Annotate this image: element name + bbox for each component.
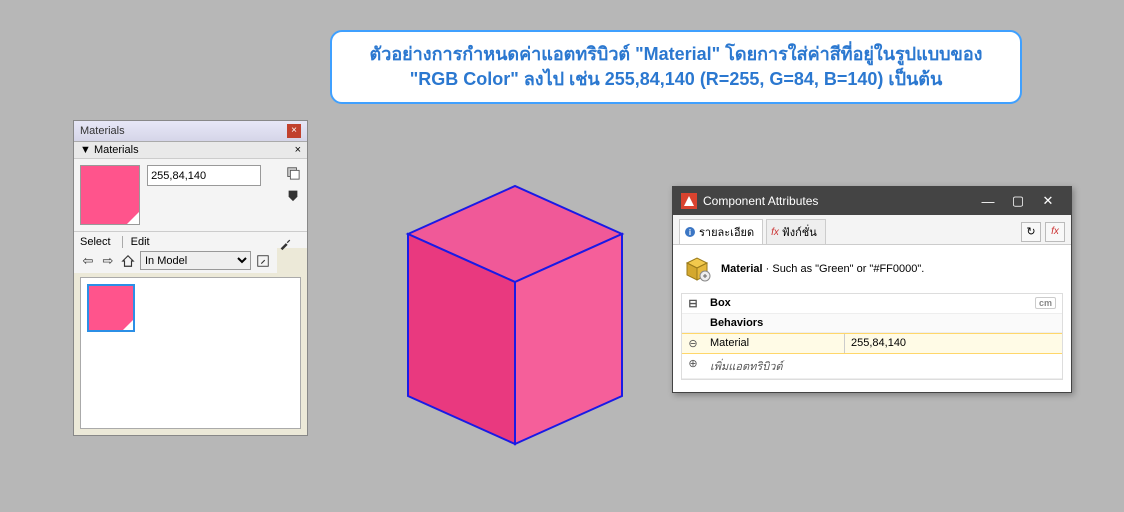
home-icon[interactable] (120, 253, 136, 269)
back-icon[interactable]: ⇦ (80, 253, 96, 269)
table-row[interactable]: ⊕ เพิ่มแอตทริบิวต์ (682, 354, 1062, 379)
material-thumbnail[interactable] (87, 284, 135, 332)
component-titlebar[interactable]: Component Attributes — ▢ ✕ (673, 187, 1071, 215)
attribute-name-cell: Material (704, 334, 844, 353)
attribute-menu-icon[interactable]: ⊖ (682, 334, 704, 353)
close-icon[interactable]: ✕ (1033, 193, 1063, 209)
tab-info[interactable]: i รายละเอียด (679, 219, 763, 244)
explanation-callout: ตัวอย่างการกำหนดค่าแอตทริบิวต์ "Material… (330, 30, 1022, 104)
component-icon (681, 253, 713, 285)
materials-panel: Materials × ▼ Materials × Select Edit ⇦ … (73, 120, 308, 436)
materials-title-label: Materials (80, 125, 125, 137)
close-icon[interactable]: × (287, 124, 301, 138)
attribute-value-cell[interactable]: 255,84,140 (844, 334, 1062, 353)
materials-tabs: Select Edit (74, 231, 307, 248)
toggle-formula-icon[interactable]: fx (1045, 222, 1065, 242)
default-paint-icon[interactable] (285, 187, 301, 203)
library-select[interactable]: In Model (140, 251, 251, 270)
eyedropper-icon[interactable] (277, 236, 293, 252)
unit-badge[interactable]: cm (1035, 297, 1056, 309)
material-thumbnails (80, 277, 301, 429)
callout-line2: "RGB Color" ลงไป เช่น 255,84,140 (R=255,… (410, 69, 943, 89)
materials-section-label: ▼ Materials (80, 144, 139, 156)
table-row: Behaviors (682, 314, 1062, 333)
table-row[interactable]: ⊟ Box cm (682, 294, 1062, 314)
app-icon (681, 193, 697, 209)
component-title-label: Component Attributes (703, 194, 973, 208)
attribute-description: Material · Such as "Green" or "#FF0000". (721, 263, 924, 275)
callout-line1: ตัวอย่างการกำหนดค่าแอตทริบิวต์ "Material… (370, 44, 983, 64)
cube-preview (380, 168, 650, 458)
collapse-toggle-icon[interactable]: ⊟ (682, 294, 704, 313)
attributes-table: ⊟ Box cm Behaviors ⊖ Material 255,84,140… (681, 293, 1063, 380)
component-attributes-window: Component Attributes — ▢ ✕ i รายละเอียด … (672, 186, 1072, 393)
refresh-icon[interactable]: ↻ (1021, 222, 1041, 242)
add-attribute-icon[interactable]: ⊕ (682, 354, 704, 378)
minimize-icon[interactable]: — (973, 194, 1003, 209)
maximize-icon[interactable]: ▢ (1003, 193, 1033, 209)
details-menu-icon[interactable] (255, 253, 271, 269)
material-name-input[interactable] (147, 165, 261, 186)
tab-functions[interactable]: fx ฟังก์ชั่น (766, 219, 826, 244)
collapse-icon[interactable]: × (295, 144, 301, 156)
materials-titlebar[interactable]: Materials × (74, 121, 307, 142)
fx-icon: fx (771, 227, 779, 238)
info-icon: i (684, 226, 696, 238)
tab-edit[interactable]: Edit (122, 236, 150, 248)
table-row[interactable]: ⊖ Material 255,84,140 (682, 333, 1062, 354)
current-material-swatch[interactable] (80, 165, 140, 225)
add-attribute-label: เพิ่มแอตทริบิวต์ (704, 354, 844, 378)
tab-select[interactable]: Select (80, 236, 111, 248)
forward-icon[interactable]: ⇨ (100, 253, 116, 269)
materials-section-header[interactable]: ▼ Materials × (74, 142, 307, 159)
create-material-icon[interactable] (285, 165, 301, 181)
svg-text:i: i (689, 228, 691, 237)
